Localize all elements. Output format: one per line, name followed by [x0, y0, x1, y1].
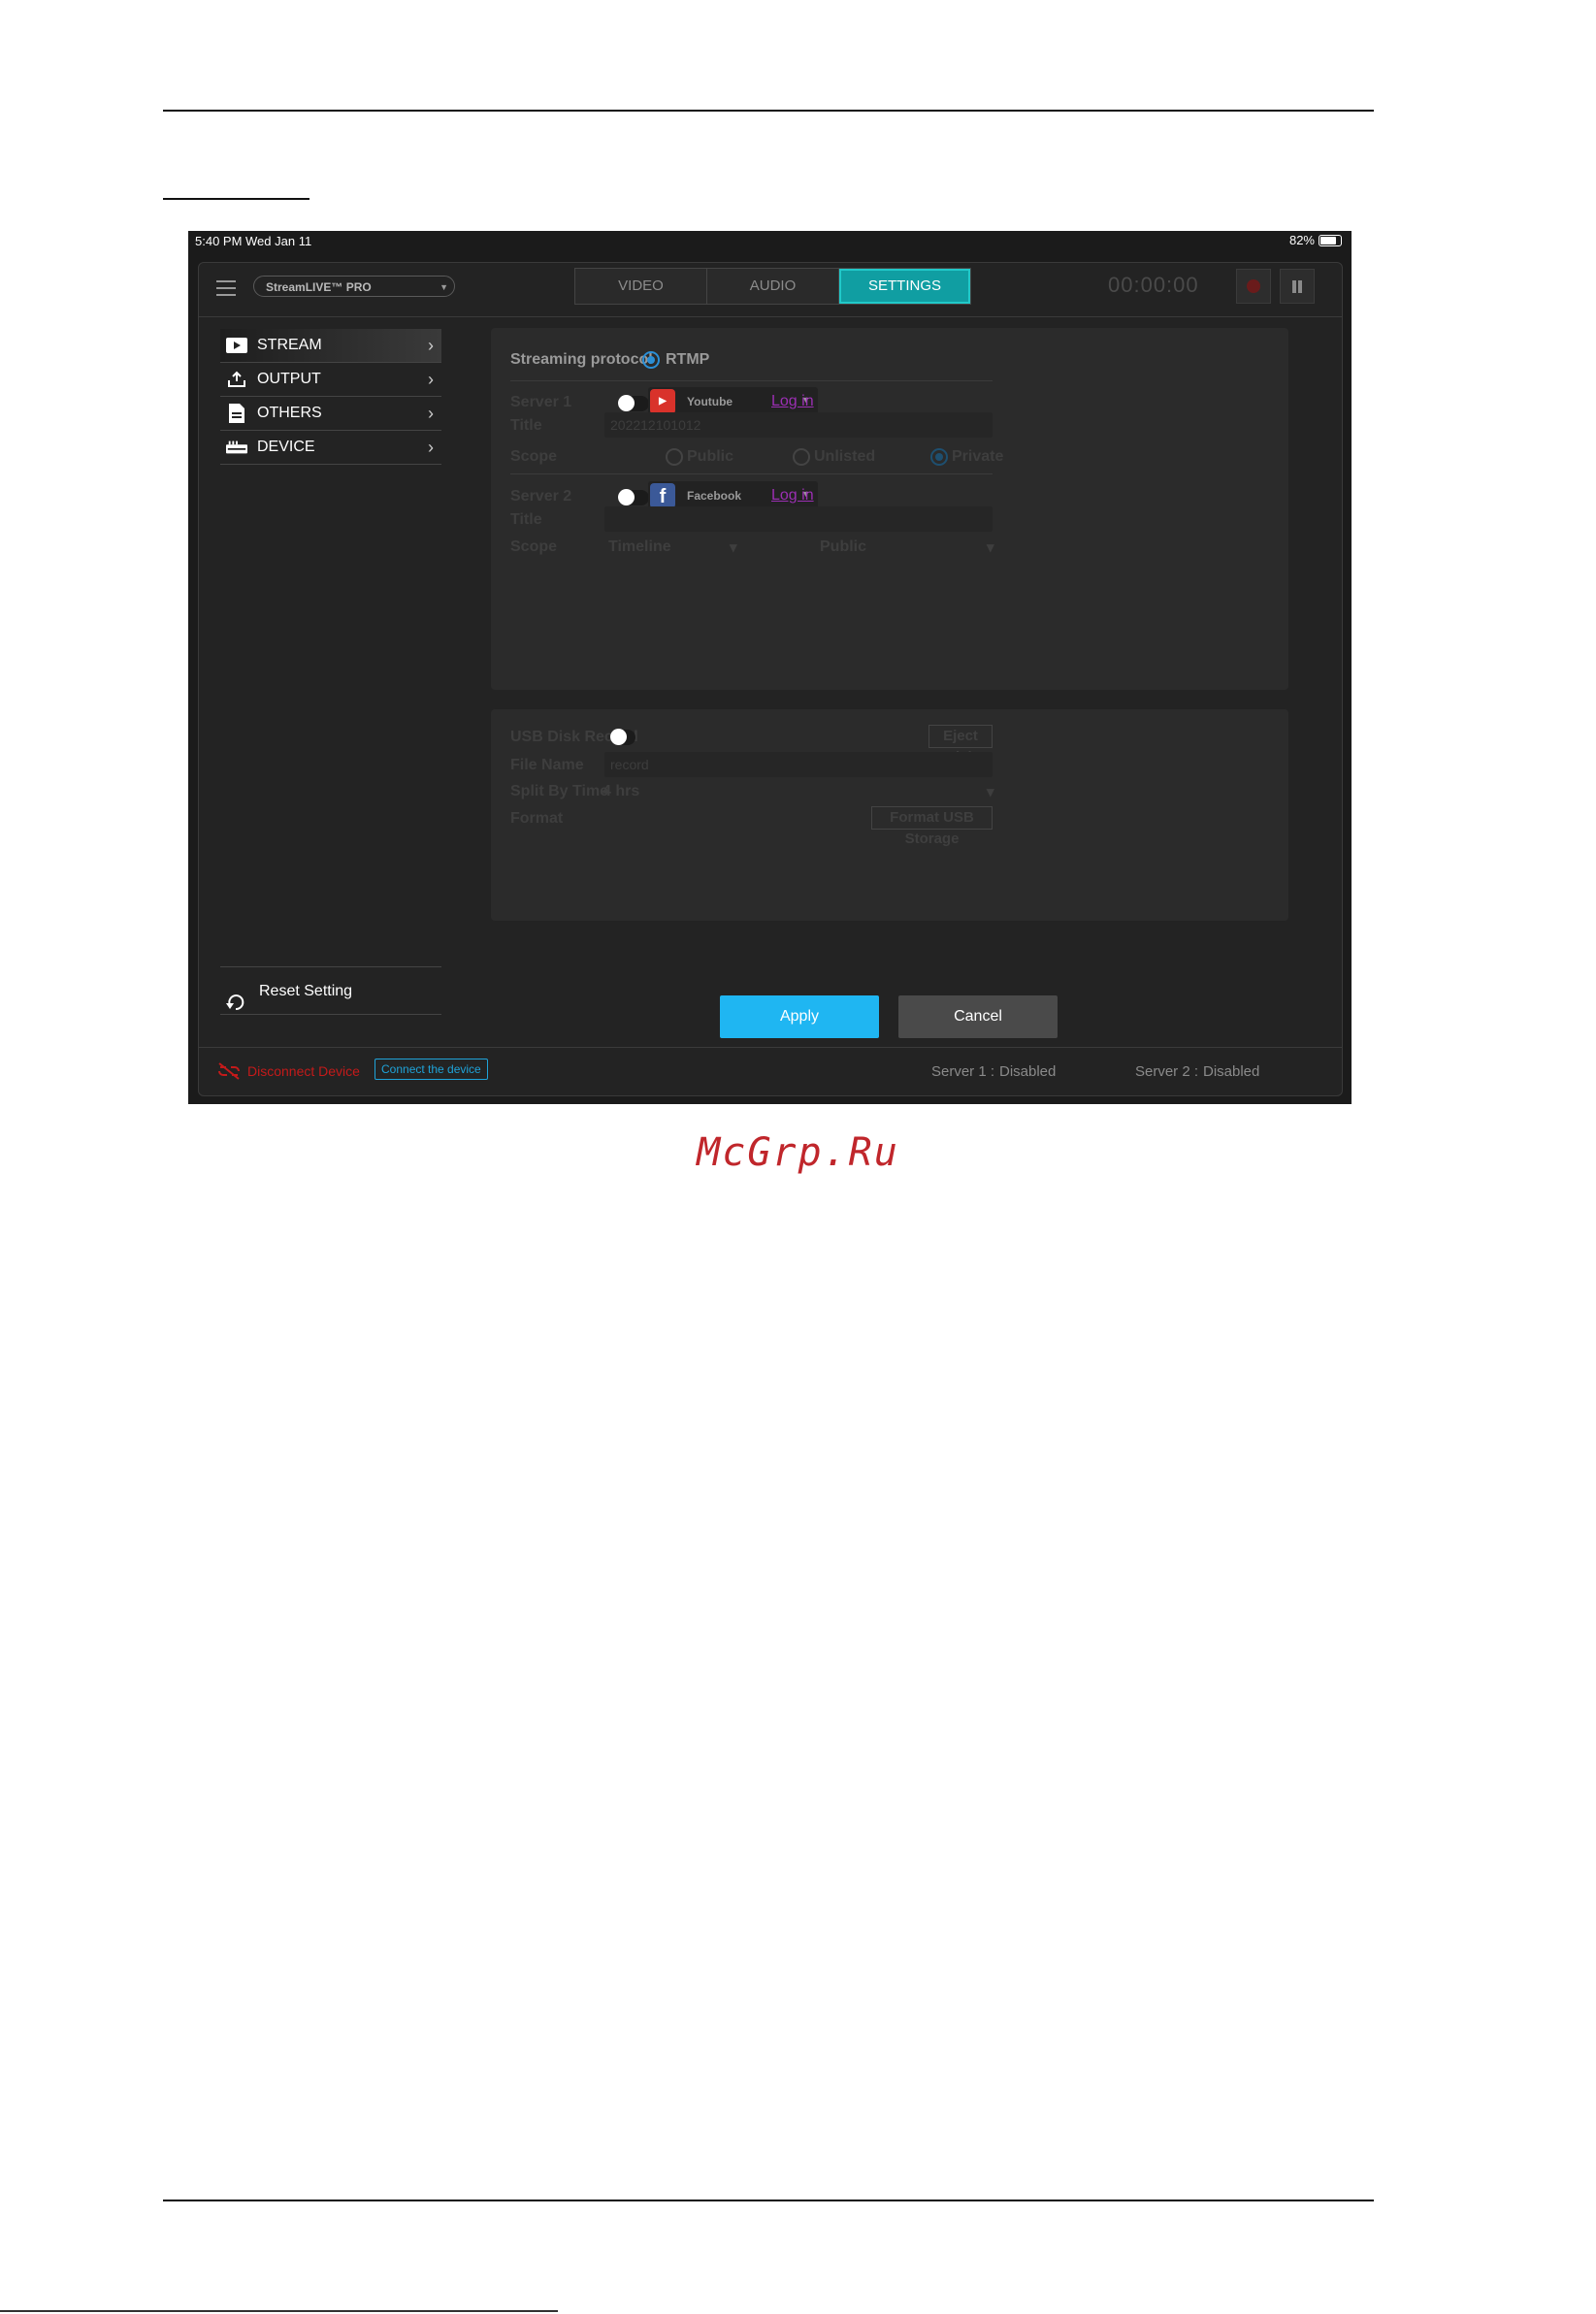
upload-icon [226, 371, 247, 388]
sidebar-item-output[interactable]: OUTPUT › [220, 363, 441, 397]
divider [510, 380, 993, 381]
apply-button[interactable]: Apply [720, 995, 879, 1038]
server2-toggle[interactable] [618, 489, 649, 505]
format-label: Format [510, 810, 564, 827]
sidebar-item-label: DEVICE [257, 439, 315, 455]
server2-scope-label: Scope [510, 538, 558, 555]
chevron-down-icon: ▾ [987, 784, 994, 800]
page-bottom-rule [163, 2200, 1374, 2201]
stream-settings-card: Streaming protocol RTMP Server 1 ▶ Youtu… [491, 328, 1288, 690]
reset-icon [226, 983, 245, 1031]
server2-scope-privacy[interactable]: Public [820, 538, 866, 556]
watermark: McGrp.Ru [697, 1130, 899, 1175]
format-usb-storage-button[interactable]: Format USB Storage [871, 806, 993, 847]
sidebar-item-label: OTHERS [257, 405, 322, 421]
sidebar-item-stream[interactable]: STREAM › [220, 329, 441, 363]
page-top-rule [163, 110, 1374, 112]
server2-login-link[interactable]: Log in [771, 487, 814, 505]
chevron-right-icon: › [428, 370, 434, 389]
scope-private-label: Private [952, 448, 1004, 465]
server2-status-label: Server 2 : [1135, 1063, 1199, 1080]
streaming-protocol-label: Streaming protocol [510, 351, 653, 368]
chevron-down-icon: ▾ [730, 539, 737, 556]
server1-label: Server 1 [510, 394, 572, 410]
eject-disk-button[interactable]: Eject Disk [928, 725, 993, 766]
scope-private-radio[interactable] [930, 448, 948, 466]
device-icon [226, 439, 247, 456]
status-time: 5:40 PM Wed Jan 11 [195, 234, 312, 248]
scope-public-radio[interactable] [666, 448, 683, 466]
server1-scope-label: Scope [510, 448, 558, 465]
server2-scope-timeline[interactable]: Timeline [608, 538, 671, 556]
pause-button[interactable] [1280, 269, 1315, 304]
app-window: StreamLIVE™ PRO ▼ VIDEO AUDIO SETTINGS 0… [198, 262, 1343, 1096]
server2-label: Server 2 [510, 488, 572, 505]
server2-title-label: Title [510, 511, 542, 528]
rtmp-radio[interactable] [642, 351, 660, 369]
sidebar-item-label: STREAM [257, 337, 322, 353]
main-tabs: VIDEO AUDIO SETTINGS [574, 268, 971, 305]
battery-icon [1319, 234, 1342, 246]
record-button[interactable] [1236, 269, 1271, 304]
sidebar-item-device[interactable]: DEVICE › [220, 431, 441, 465]
page-section-underline [163, 198, 309, 200]
chevron-right-icon: › [428, 336, 434, 355]
tab-settings[interactable]: SETTINGS [839, 269, 970, 304]
reset-setting-button[interactable]: Reset Setting [220, 966, 441, 1015]
footer-line [0, 2310, 558, 2312]
battery-indicator: 82% [1289, 233, 1342, 247]
disconnect-label: Disconnect Device [247, 1063, 360, 1079]
bottom-status-bar: Disconnect Device Connect the device Ser… [199, 1047, 1342, 1095]
usb-record-toggle[interactable] [610, 729, 635, 745]
youtube-icon: ▶ [650, 389, 675, 414]
server1-toggle[interactable] [618, 395, 649, 411]
scope-unlisted-label: Unlisted [814, 448, 876, 465]
connect-device-button[interactable]: Connect the device [375, 1059, 488, 1080]
device-selector[interactable]: StreamLIVE™ PRO ▼ [253, 276, 455, 297]
server1-platform-name: Youtube [687, 395, 733, 408]
play-icon [226, 337, 247, 354]
device-selector-label: StreamLIVE™ PRO [266, 280, 372, 294]
document-icon [226, 404, 247, 423]
server1-login-link[interactable]: Log in [771, 393, 814, 410]
chevron-down-icon: ▼ [440, 282, 448, 292]
reset-setting-label: Reset Setting [259, 983, 353, 999]
ios-status-bar: 5:40 PM Wed Jan 11 82% [188, 231, 1352, 250]
server2-platform-name: Facebook [687, 489, 742, 503]
server1-title-input[interactable]: 202212101012 [604, 412, 993, 438]
chevron-right-icon: › [428, 438, 434, 457]
chevron-right-icon: › [428, 404, 434, 423]
hamburger-menu-icon[interactable] [216, 280, 236, 296]
usb-record-card: USB Disk Record Eject Disk File Name rec… [491, 709, 1288, 921]
settings-sidebar: STREAM › OUTPUT › OTHERS › DEVICE › [220, 329, 441, 465]
tab-video[interactable]: VIDEO [575, 269, 707, 304]
recording-timer: 00:00:00 [1108, 273, 1199, 297]
file-name-label: File Name [510, 757, 584, 773]
scope-unlisted-radio[interactable] [793, 448, 810, 466]
app-screenshot: 5:40 PM Wed Jan 11 82% StreamLIVE™ PRO ▼… [188, 231, 1352, 1104]
scope-public-label: Public [687, 448, 734, 465]
facebook-icon: f [650, 483, 675, 508]
rtmp-label: RTMP [666, 351, 710, 368]
top-bar: StreamLIVE™ PRO ▼ VIDEO AUDIO SETTINGS 0… [199, 263, 1342, 317]
file-name-input[interactable]: record [604, 752, 993, 777]
chevron-down-icon: ▾ [987, 539, 994, 556]
sidebar-item-others[interactable]: OTHERS › [220, 397, 441, 431]
disconnected-link-icon [218, 1062, 240, 1080]
server1-status-label: Server 1 : [931, 1063, 995, 1080]
divider [510, 473, 993, 474]
server1-title-label: Title [510, 417, 542, 434]
split-by-time-label: Split By Time [510, 783, 609, 799]
battery-percent: 82% [1288, 233, 1315, 247]
tab-audio[interactable]: AUDIO [707, 269, 839, 304]
server2-status-value: Disabled [1203, 1063, 1260, 1080]
disconnect-status: Disconnect Device [216, 1062, 360, 1080]
server2-title-input[interactable] [604, 506, 993, 532]
sidebar-item-label: OUTPUT [257, 371, 321, 387]
server1-status-value: Disabled [999, 1063, 1057, 1080]
cancel-button[interactable]: Cancel [898, 995, 1058, 1038]
split-by-time-select[interactable]: 4 hrs [603, 783, 639, 800]
